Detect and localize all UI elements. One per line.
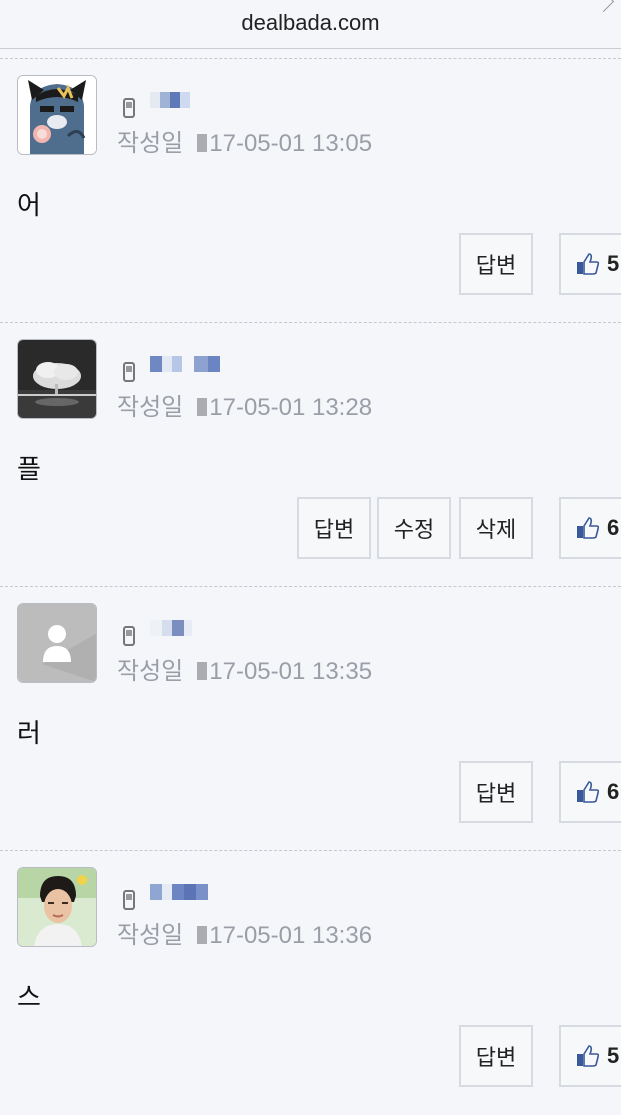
landscape-photo-avatar[interactable] (17, 339, 97, 419)
comment-body: 스 (17, 982, 41, 1012)
date-redaction (197, 662, 208, 680)
meta-label: 작성일 (117, 130, 184, 157)
mobile-phone-icon (123, 626, 135, 646)
meta-label: 작성일 (117, 922, 184, 949)
author-name-redacted (150, 617, 192, 639)
like-button[interactable]: 5 (559, 233, 621, 295)
cartoon-cat-avatar[interactable] (17, 75, 97, 155)
like-count: 5 (607, 1043, 620, 1068)
author-name-redacted (150, 89, 190, 111)
comment-item: 작성일 17-05-01 13:28 플 답변 수정 삭제 6 (0, 322, 621, 587)
comment-body: 플 (17, 454, 41, 484)
comment-body: 러 (17, 718, 41, 748)
comment-date: 17-05-01 13:05 (209, 130, 373, 157)
like-count: 5 (607, 251, 620, 276)
comment-meta: 작성일 17-05-01 13:36 (117, 915, 372, 950)
reply-button[interactable]: 답변 (459, 1025, 533, 1087)
edit-button[interactable]: 수정 (377, 497, 451, 559)
mobile-phone-icon (123, 890, 135, 910)
mobile-phone-icon (123, 98, 135, 118)
default-user-avatar[interactable] (17, 603, 97, 683)
comment-date: 17-05-01 13:28 (209, 394, 373, 421)
comment-item: 작성일 17-05-01 13:05 어 답변 5 (0, 58, 621, 323)
person-photo-avatar[interactable] (17, 867, 97, 947)
date-redaction (197, 398, 208, 416)
comment-meta: 작성일 17-05-01 13:28 (117, 387, 372, 422)
thumbs-up-icon (577, 517, 600, 539)
comment-meta: 작성일 17-05-01 13:35 (117, 651, 372, 686)
author-name-redacted (150, 353, 220, 375)
thumbs-up-icon (577, 1045, 600, 1067)
comment-item: 작성일 17-05-01 13:36 스 답변 5 (0, 850, 621, 1115)
comment-meta: 작성일 17-05-01 13:05 (117, 123, 372, 158)
like-count: 6 (607, 779, 620, 804)
comment-item: 작성일 17-05-01 13:35 러 답변 6 (0, 586, 621, 851)
like-button[interactable]: 6 (559, 761, 621, 823)
meta-label: 작성일 (117, 394, 184, 421)
delete-button[interactable]: 삭제 (459, 497, 533, 559)
mobile-phone-icon (123, 362, 135, 382)
comment-date: 17-05-01 13:35 (209, 658, 373, 685)
comment-date: 17-05-01 13:36 (209, 922, 373, 949)
meta-label: 작성일 (117, 658, 184, 685)
url-text: dealbada.com (241, 10, 380, 35)
comment-body: 어 (17, 190, 41, 220)
like-button[interactable]: 5 (559, 1025, 621, 1087)
like-button[interactable]: 6 (559, 497, 621, 559)
date-redaction (197, 134, 208, 152)
date-redaction (197, 926, 208, 944)
thumbs-up-icon (577, 781, 600, 803)
reply-button[interactable]: 답변 (297, 497, 371, 559)
browser-url-bar[interactable]: dealbada.com (0, 0, 621, 49)
reply-button[interactable]: 답변 (459, 761, 533, 823)
author-name-redacted (150, 881, 208, 903)
like-count: 6 (607, 515, 620, 540)
thumbs-up-icon (577, 253, 600, 275)
reply-button[interactable]: 답변 (459, 233, 533, 295)
